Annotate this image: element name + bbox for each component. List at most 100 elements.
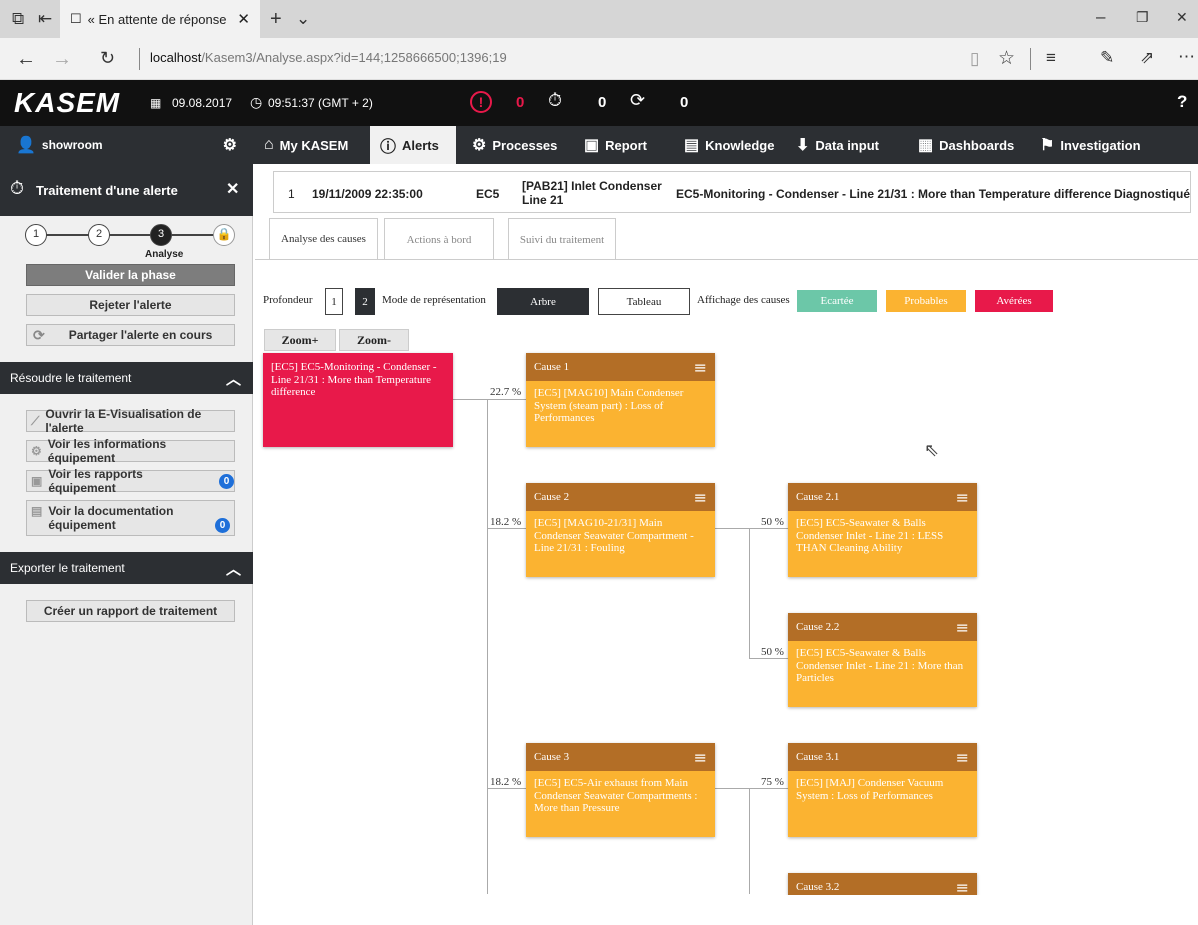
- step-1[interactable]: 1: [25, 224, 47, 246]
- walk-icon: ⚑: [1040, 137, 1055, 154]
- close-icon[interactable]: ✕: [226, 179, 239, 199]
- new-tab-icon[interactable]: +: [270, 9, 282, 29]
- connector: [487, 528, 526, 529]
- nav-investigation[interactable]: ⚑ Investigation: [1030, 126, 1170, 164]
- reading-view-icon[interactable]: ▯: [970, 50, 979, 67]
- cause-2-2-node[interactable]: Cause 2.2 ≡ [EC5] EC5-Seawater & Balls Co…: [788, 613, 977, 707]
- cogs-icon: ⚙: [472, 137, 487, 154]
- connector: [713, 528, 788, 529]
- pen-icon[interactable]: ✎: [1100, 49, 1114, 66]
- step-2[interactable]: 2: [88, 224, 110, 246]
- pending-icon[interactable]: ⏱: [548, 90, 562, 111]
- close-tab-icon[interactable]: ✕: [237, 10, 250, 28]
- equipment-documentation-button[interactable]: ▤ Voir la documentation équipement 0: [26, 500, 235, 536]
- refresh-icon[interactable]: ↻: [100, 49, 115, 67]
- create-report-button[interactable]: Créer un rapport de traitement: [26, 600, 235, 622]
- mouse-cursor-icon: ⇖: [924, 440, 940, 460]
- menu-icon[interactable]: ≡: [956, 618, 969, 637]
- nav-dashboards[interactable]: ▦ Dashboards: [908, 126, 1024, 164]
- alert-icon[interactable]: !: [470, 91, 492, 113]
- close-window-icon[interactable]: ✕: [1176, 10, 1188, 24]
- cause-1-node[interactable]: Cause 1 ≡ [EC5] [MAG10] Main Condenser Sy…: [526, 353, 715, 447]
- menu-icon[interactable]: ≡: [694, 488, 707, 507]
- alert-summary-row[interactable]: 1 19/11/2009 22:35:00 EC5 [PAB21] Inlet …: [273, 171, 1191, 213]
- pending-count: 0: [598, 94, 607, 111]
- tab-suivi-traitement[interactable]: Suivi du traitement: [508, 218, 616, 260]
- minimize-icon[interactable]: –: [1096, 8, 1105, 25]
- browser-tab[interactable]: ☐ « En attente de réponse ✕: [60, 0, 260, 38]
- share-alert-button[interactable]: ⟳ Partager l'alerte en cours: [26, 324, 235, 346]
- filter-rejected-button[interactable]: Ecartée: [797, 290, 877, 312]
- share-icon[interactable]: ⇗: [1140, 49, 1154, 66]
- depth-2-button[interactable]: 2: [355, 288, 375, 315]
- cause-3-1-node[interactable]: Cause 3.1 ≡ [EC5] [MAJ] Condenser Vacuum …: [788, 743, 977, 837]
- line-chart-icon: ⟋: [31, 413, 40, 428]
- filter-proven-button[interactable]: Avérées: [975, 290, 1053, 312]
- alert-unit: EC5: [476, 187, 500, 201]
- depth-1-button[interactable]: 1: [325, 288, 343, 315]
- menu-icon[interactable]: ≡: [694, 748, 707, 767]
- hub-icon[interactable]: ≡: [1046, 49, 1056, 66]
- button-label: Ouvrir la E-Visualisation de l'alerte: [45, 407, 202, 435]
- cause-2-node[interactable]: Cause 2 ≡ [EC5] [MAG10-21/31] Main Conden…: [526, 483, 715, 577]
- zoom-in-button[interactable]: Zoom+: [264, 329, 336, 351]
- node-title: Cause 1: [534, 361, 570, 373]
- node-text: [EC5] EC5-Seawater & Balls Condenser Inl…: [796, 647, 964, 685]
- chevron-up-icon[interactable]: ︿: [226, 368, 241, 389]
- tab-actions-bord[interactable]: Actions à bord: [384, 218, 494, 260]
- tab-analyse-causes[interactable]: Analyse des causes: [269, 218, 378, 260]
- menu-icon[interactable]: ≡: [956, 488, 969, 507]
- tabs-aside-icon[interactable]: ⇤: [38, 10, 52, 27]
- zoom-out-button[interactable]: Zoom-: [339, 329, 409, 351]
- cause-3-node[interactable]: Cause 3 ≡ [EC5] EC5-Air exhaust from Main…: [526, 743, 715, 837]
- equipment-reports-button[interactable]: ▣ Voir les rapports équipement 0: [26, 467, 235, 495]
- url-field[interactable]: localhost/Kasem3/Analyse.aspx?id=144;125…: [150, 50, 507, 65]
- validate-phase-button[interactable]: Valider la phase: [26, 264, 235, 286]
- cause-2-pct: 18.2 %: [490, 516, 522, 528]
- nav-report[interactable]: ▣ Report: [574, 126, 666, 164]
- step-3[interactable]: 3: [150, 224, 172, 246]
- forward-icon[interactable]: →: [52, 49, 72, 69]
- share-alert-icon[interactable]: ⟳: [630, 90, 645, 111]
- section-resolve[interactable]: Résoudre le traitement ︿: [0, 362, 253, 394]
- reject-alert-button[interactable]: Rejeter l'alerte: [26, 294, 235, 316]
- node-text: [EC5] EC5-Air exhaust from Main Condense…: [534, 777, 698, 815]
- cause-2-1-node[interactable]: Cause 2.1 ≡ [EC5] EC5-Seawater & Balls Co…: [788, 483, 977, 577]
- menu-icon[interactable]: ≡: [956, 748, 969, 767]
- chevron-up-icon[interactable]: ︿: [226, 558, 241, 579]
- equipment-info-button[interactable]: ⚙ Voir les informations équipement: [26, 437, 235, 465]
- filter-probable-button[interactable]: Probables: [886, 290, 966, 312]
- mode-table-button[interactable]: Tableau: [598, 288, 690, 315]
- nav-processes[interactable]: ⚙ Processes: [462, 126, 572, 164]
- nav-knowledge[interactable]: ▤ Knowledge: [674, 126, 786, 164]
- display-label: Affichage des causes: [697, 294, 790, 306]
- cause-3-2-node[interactable]: Cause 3.2 ≡: [788, 873, 977, 895]
- node-text: [EC5] [MAG10-21/31] Main Condenser Seawa…: [534, 517, 694, 555]
- help-icon[interactable]: ?: [1177, 92, 1187, 112]
- section-title: Résoudre le traitement: [10, 371, 132, 385]
- nav-data-input[interactable]: ⬇ Data input: [786, 126, 902, 164]
- section-export[interactable]: Exporter le traitement ︿: [0, 552, 253, 584]
- canvas-bottom: [254, 895, 1198, 925]
- gear-icon[interactable]: ⚙: [223, 135, 237, 155]
- chart-icon: ▣: [584, 137, 600, 154]
- more-icon[interactable]: ⋯: [1178, 48, 1195, 65]
- open-evisualisation-button[interactable]: ⟋ Ouvrir la E-Visualisation de l'alerte: [26, 407, 235, 435]
- nav-my-kasem[interactable]: ⌂ My KASEM: [254, 126, 370, 164]
- mode-tree-button[interactable]: Arbre: [497, 288, 589, 315]
- menu-icon[interactable]: ≡: [956, 878, 969, 896]
- node-title: Cause 3.1: [796, 751, 840, 763]
- chevron-down-icon[interactable]: ⌄: [296, 10, 310, 27]
- user-menu[interactable]: 👤 showroom ⚙: [6, 126, 253, 164]
- back-icon[interactable]: ←: [16, 49, 36, 69]
- document-icon: ▤: [684, 137, 700, 154]
- connector: [487, 788, 526, 789]
- root-node[interactable]: [EC5] EC5-Monitoring - Condenser - Line …: [263, 353, 453, 447]
- favorite-star-icon[interactable]: ☆: [998, 49, 1015, 68]
- restore-icon[interactable]: ❐: [1136, 10, 1149, 24]
- tab-preview-icon[interactable]: ⧉: [12, 10, 24, 27]
- menu-icon[interactable]: ≡: [694, 358, 707, 377]
- section-title: Exporter le traitement: [10, 561, 125, 575]
- logo: KASEM: [14, 87, 121, 118]
- nav-alerts[interactable]: ⓘ Alerts: [370, 126, 456, 164]
